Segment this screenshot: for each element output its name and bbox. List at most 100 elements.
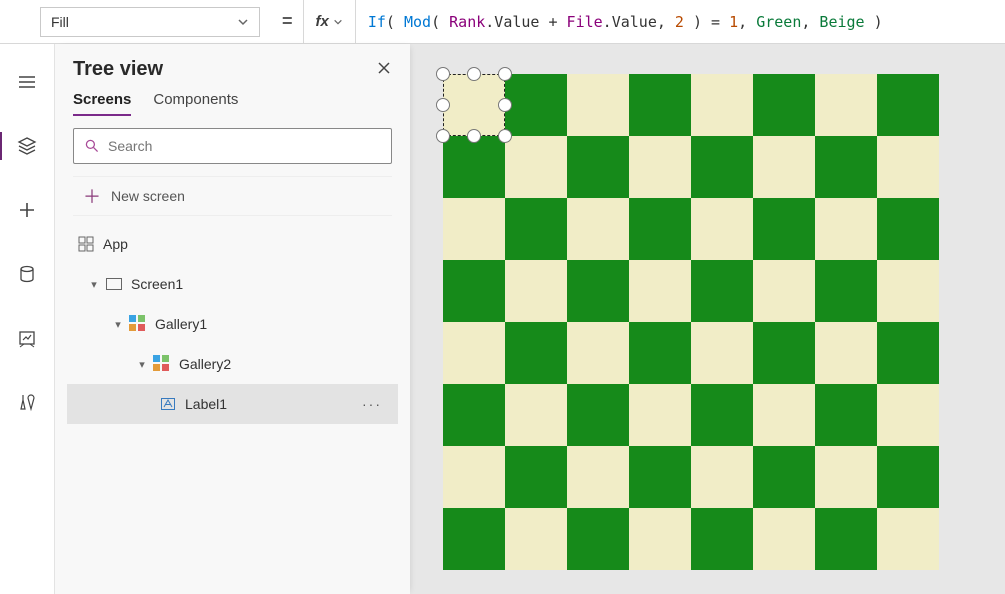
rail-media[interactable] xyxy=(7,318,47,358)
tree-search[interactable] xyxy=(73,128,392,164)
gallery-icon xyxy=(153,355,171,373)
board-cell xyxy=(567,74,629,136)
board-cell xyxy=(505,136,567,198)
board-cell xyxy=(567,446,629,508)
board-cell xyxy=(691,446,753,508)
board-cell xyxy=(815,74,877,136)
layers-icon xyxy=(17,136,37,156)
rail-treeview[interactable] xyxy=(7,126,47,166)
rail-menu[interactable] xyxy=(7,62,47,102)
board-cell xyxy=(505,198,567,260)
tab-components[interactable]: Components xyxy=(153,91,238,116)
media-icon xyxy=(17,328,37,348)
left-rail xyxy=(0,44,55,594)
formula-bar: Fill = fx If( Mod( Rank.Value + File.Val… xyxy=(0,0,1005,44)
search-icon xyxy=(84,138,100,154)
board-cell xyxy=(505,384,567,446)
board-cell xyxy=(691,136,753,198)
board-cell xyxy=(567,260,629,322)
new-screen-button[interactable]: ＋ New screen xyxy=(73,176,392,216)
board-cell xyxy=(629,322,691,384)
board-cell xyxy=(443,74,505,136)
tree-node-label1[interactable]: Label1 ··· xyxy=(67,384,398,424)
board-cell xyxy=(877,384,939,446)
board-cell xyxy=(691,508,753,570)
board-cell xyxy=(691,74,753,136)
close-icon[interactable] xyxy=(376,60,392,79)
board-cell xyxy=(815,136,877,198)
board-cell xyxy=(443,384,505,446)
tree-node-gallery2[interactable]: ▾ Gallery2 xyxy=(67,344,398,384)
panel-title: Tree view xyxy=(73,58,163,81)
board-cell xyxy=(691,322,753,384)
board-cell xyxy=(567,508,629,570)
node-more-button[interactable]: ··· xyxy=(362,396,382,412)
plus-icon: ＋ xyxy=(83,183,101,209)
rail-insert[interactable] xyxy=(7,190,47,230)
board-cell xyxy=(753,446,815,508)
board-cell xyxy=(815,446,877,508)
tree-node-label: Gallery1 xyxy=(155,316,207,332)
board-cell xyxy=(753,322,815,384)
board-cell xyxy=(505,508,567,570)
board-cell xyxy=(629,384,691,446)
gallery-icon xyxy=(129,315,147,333)
new-screen-label: New screen xyxy=(111,188,185,204)
tree-node-screen1[interactable]: ▾ Screen1 xyxy=(67,264,398,304)
board-cell xyxy=(753,260,815,322)
rail-data[interactable] xyxy=(7,254,47,294)
board-cell xyxy=(629,508,691,570)
board-cell xyxy=(691,260,753,322)
board-cell xyxy=(567,384,629,446)
board-cell xyxy=(753,508,815,570)
board-cell xyxy=(815,384,877,446)
board-cell xyxy=(753,384,815,446)
board-cell xyxy=(877,446,939,508)
board-cell xyxy=(505,322,567,384)
chevron-down-icon[interactable]: ▾ xyxy=(87,278,101,291)
board-cell xyxy=(443,322,505,384)
board-cell xyxy=(877,508,939,570)
board-cell xyxy=(629,198,691,260)
board-cell xyxy=(877,260,939,322)
board-cell xyxy=(691,384,753,446)
canvas-area xyxy=(410,44,1005,594)
tab-screens[interactable]: Screens xyxy=(73,91,131,116)
property-selector[interactable]: Fill xyxy=(40,7,260,37)
tree-panel: Tree view Screens Components ＋ New scree… xyxy=(55,44,410,594)
board-cell xyxy=(567,198,629,260)
label-icon xyxy=(159,395,177,413)
checkerboard xyxy=(443,74,973,570)
tools-icon xyxy=(17,392,37,412)
hamburger-icon xyxy=(17,72,37,92)
board-cell xyxy=(877,74,939,136)
search-input[interactable] xyxy=(108,138,381,154)
fx-button[interactable]: fx xyxy=(303,0,355,44)
tree-node-gallery1[interactable]: ▾ Gallery1 xyxy=(67,304,398,344)
chevron-down-icon[interactable]: ▾ xyxy=(111,318,125,331)
plus-icon xyxy=(17,200,37,220)
fx-icon: fx xyxy=(316,13,329,30)
board-cell xyxy=(505,260,567,322)
property-name: Fill xyxy=(51,14,69,30)
board-cell xyxy=(877,322,939,384)
tree-node-app[interactable]: App xyxy=(67,224,398,264)
board-cell xyxy=(815,322,877,384)
tree-node-label: Label1 xyxy=(185,396,227,412)
board-cell xyxy=(815,198,877,260)
board-cell xyxy=(443,508,505,570)
board-cell xyxy=(691,198,753,260)
tree-node-label: App xyxy=(103,236,128,252)
board-cell xyxy=(567,136,629,198)
tree-node-label: Screen1 xyxy=(131,276,183,292)
tree-node-label: Gallery2 xyxy=(179,356,231,372)
canvas[interactable] xyxy=(443,74,973,594)
board-cell xyxy=(877,198,939,260)
board-cell xyxy=(629,446,691,508)
equals-sign: = xyxy=(282,11,293,32)
database-icon xyxy=(17,264,37,284)
board-cell xyxy=(815,260,877,322)
formula-input[interactable]: If( Mod( Rank.Value + File.Value, 2 ) = … xyxy=(355,0,995,44)
rail-tools[interactable] xyxy=(7,382,47,422)
chevron-down-icon[interactable]: ▾ xyxy=(135,358,149,371)
